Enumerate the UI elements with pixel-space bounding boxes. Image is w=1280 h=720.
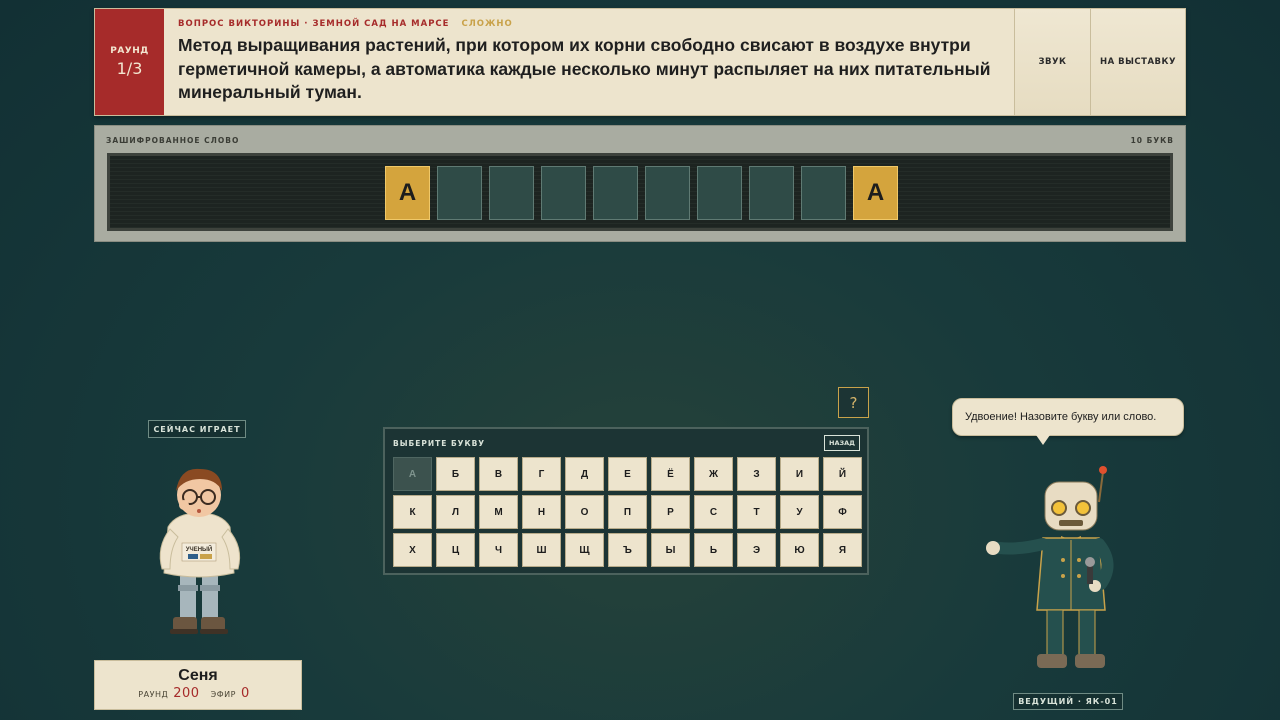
round-label: РАУНД xyxy=(110,46,149,56)
host-robot-avatar xyxy=(986,466,1114,668)
letter-tile-hidden xyxy=(593,166,638,220)
difficulty-badge: СЛОЖНО xyxy=(461,19,513,29)
letter-key[interactable]: Э xyxy=(737,533,776,567)
back-button[interactable]: НАЗАД xyxy=(824,435,860,451)
sound-button[interactable]: ЗВУК xyxy=(1014,9,1090,115)
letter-key[interactable]: Е xyxy=(608,457,647,491)
letter-count: 10 БУКВ xyxy=(1130,136,1174,145)
letter-key[interactable]: М xyxy=(479,495,518,529)
letter-key[interactable]: Я xyxy=(823,533,862,567)
letter-key[interactable]: Щ xyxy=(565,533,604,567)
letter-key[interactable]: Р xyxy=(651,495,690,529)
key-row: АБВГДЕЁЖЗИЙ xyxy=(393,457,862,491)
letter-keyboard: ВЫБЕРИТЕ БУКВУ НАЗАД АБВГДЕЁЖЗИЙ КЛМНОПРС… xyxy=(383,427,869,575)
keys-grid: АБВГДЕЁЖЗИЙ КЛМНОПРСТУФ ХЦЧШЩЪЫЬЭЮЯ xyxy=(393,457,862,571)
letter-key[interactable]: И xyxy=(780,457,819,491)
letter-tile-hidden xyxy=(541,166,586,220)
air-score: 0 xyxy=(240,686,250,701)
round-score: 200 xyxy=(173,686,200,701)
letter-tile-revealed: А xyxy=(385,166,430,220)
letter-tile-hidden xyxy=(489,166,534,220)
question-body: ВОПРОС ВИКТОРИНЫ · ЗЕМНОЙ САД НА МАРСЕ С… xyxy=(164,9,1014,115)
now-playing-label: СЕЙЧАС ИГРАЕТ xyxy=(148,420,246,438)
word-board: АА xyxy=(107,153,1173,231)
letter-key: А xyxy=(393,457,432,491)
letter-key[interactable]: Ё xyxy=(651,457,690,491)
letter-key[interactable]: Ш xyxy=(522,533,561,567)
letter-key[interactable]: Ь xyxy=(694,533,733,567)
help-button[interactable]: ? xyxy=(838,387,869,418)
letter-tile-revealed: А xyxy=(853,166,898,220)
letter-tile-hidden xyxy=(645,166,690,220)
letter-key[interactable]: Й xyxy=(823,457,862,491)
letter-key[interactable]: Д xyxy=(565,457,604,491)
word-panel: ЗАШИФРОВАННОЕ СЛОВО 10 БУКВ АА xyxy=(94,125,1186,242)
letter-key[interactable]: Ц xyxy=(436,533,475,567)
round-indicator: РАУНД 1/3 xyxy=(95,9,164,115)
letter-key[interactable]: Ъ xyxy=(608,533,647,567)
letter-key[interactable]: Ф xyxy=(823,495,862,529)
letter-key[interactable]: З xyxy=(737,457,776,491)
question-category: ВОПРОС ВИКТОРИНЫ · ЗЕМНОЙ САД НА МАРСЕ xyxy=(178,19,450,29)
question-bar: РАУНД 1/3 ВОПРОС ВИКТОРИНЫ · ЗЕМНОЙ САД … xyxy=(94,8,1186,116)
key-row: КЛМНОПРСТУФ xyxy=(393,495,862,529)
letter-key[interactable]: В xyxy=(479,457,518,491)
host-label: ВЕДУЩИЙ · ЯК-01 xyxy=(1013,693,1123,710)
letter-key[interactable]: Ж xyxy=(694,457,733,491)
key-row: ХЦЧШЩЪЫЬЭЮЯ xyxy=(393,533,862,567)
letter-key[interactable]: У xyxy=(780,495,819,529)
round-score-label: РАУНД xyxy=(138,690,169,699)
letter-key[interactable]: Ч xyxy=(479,533,518,567)
letter-key[interactable]: К xyxy=(393,495,432,529)
host-speech-bubble: Удвоение! Назовите букву или слово. xyxy=(952,398,1184,436)
letter-tile-hidden xyxy=(697,166,742,220)
letter-tiles: АА xyxy=(385,166,898,220)
letter-key[interactable]: Г xyxy=(522,457,561,491)
letter-tile-hidden xyxy=(437,166,482,220)
letter-key[interactable]: Л xyxy=(436,495,475,529)
player-name: Сеня xyxy=(178,667,218,684)
letter-key[interactable]: Н xyxy=(522,495,561,529)
exhibit-button[interactable]: НА ВЫСТАВКУ xyxy=(1090,9,1185,115)
letter-key[interactable]: Б xyxy=(436,457,475,491)
letter-tile-hidden xyxy=(801,166,846,220)
speech-bubble-tail xyxy=(1036,435,1050,445)
player-avatar: УЧЕНЫЙ xyxy=(159,468,241,634)
question-text: Метод выращивания растений, при котором … xyxy=(178,35,991,102)
round-value: 1/3 xyxy=(116,59,143,78)
player-stats: РАУНД 200 ЭФИР 0 xyxy=(95,686,301,701)
question-meta: ВОПРОС ВИКТОРИНЫ · ЗЕМНОЙ САД НА МАРСЕ С… xyxy=(178,19,1014,29)
keyboard-title: ВЫБЕРИТЕ БУКВУ xyxy=(393,439,486,448)
letter-key[interactable]: С xyxy=(694,495,733,529)
player-card: Сеня РАУНД 200 ЭФИР 0 xyxy=(94,660,302,710)
letter-tile-hidden xyxy=(749,166,794,220)
letter-key[interactable]: Ю xyxy=(780,533,819,567)
sweater-text: УЧЕНЫЙ xyxy=(186,545,212,553)
letter-key[interactable]: Х xyxy=(393,533,432,567)
letter-key[interactable]: Т xyxy=(737,495,776,529)
air-score-label: ЭФИР xyxy=(210,690,236,699)
letter-key[interactable]: Ы xyxy=(651,533,690,567)
letter-key[interactable]: О xyxy=(565,495,604,529)
letter-key[interactable]: П xyxy=(608,495,647,529)
word-panel-label: ЗАШИФРОВАННОЕ СЛОВО xyxy=(106,136,240,145)
